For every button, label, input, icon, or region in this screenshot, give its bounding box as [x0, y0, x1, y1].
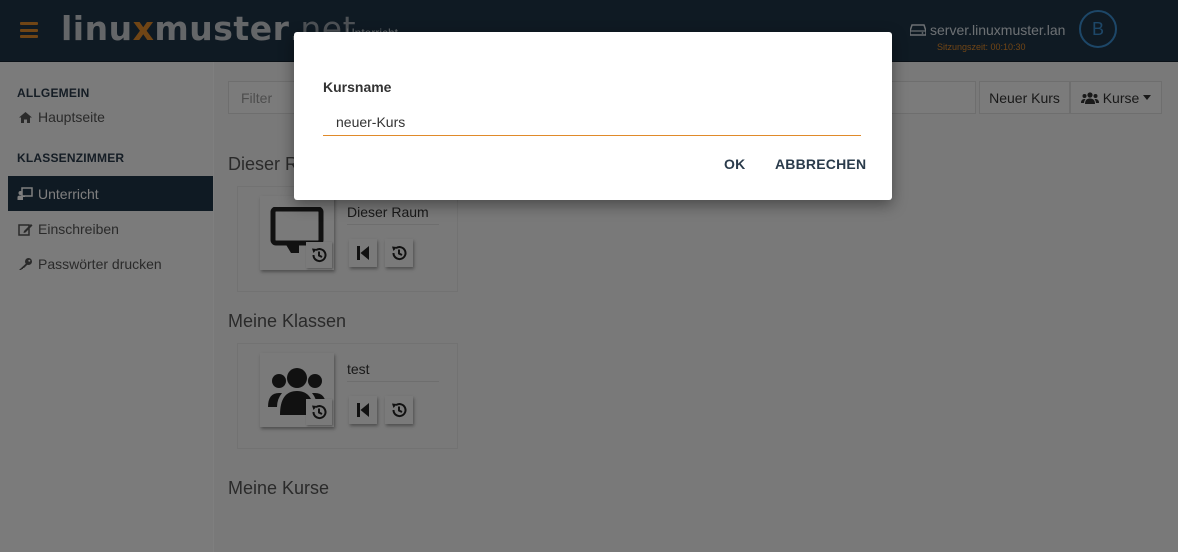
- ok-button[interactable]: OK: [724, 156, 745, 172]
- new-course-dialog: Kursname OK ABBRECHEN: [294, 32, 892, 200]
- cancel-button[interactable]: ABBRECHEN: [775, 156, 866, 172]
- course-name-label: Kursname: [323, 79, 392, 95]
- course-name-input[interactable]: [323, 108, 861, 136]
